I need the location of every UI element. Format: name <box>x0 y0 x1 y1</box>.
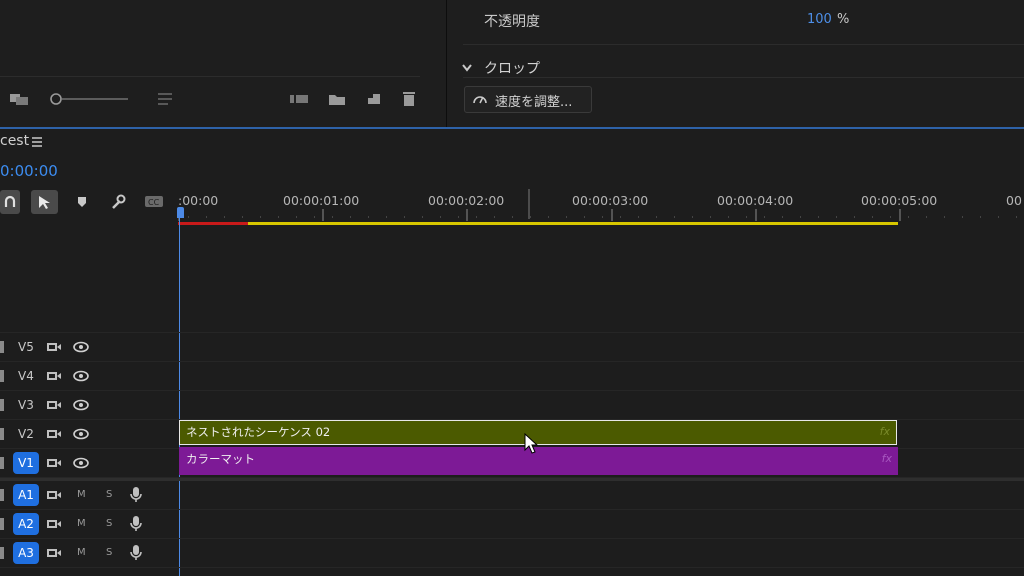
microphone-icon[interactable] <box>130 544 142 562</box>
sequence-tab[interactable]: cest <box>0 133 29 149</box>
fx-badge[interactable]: fx <box>880 425 890 438</box>
ruler-ticks <box>178 189 1024 221</box>
snap-button[interactable] <box>0 190 20 214</box>
mute-button[interactable]: M <box>77 489 86 500</box>
sync-lock-icon[interactable] <box>46 428 62 440</box>
clip-label: ネストされたシーケンス 02 <box>186 425 331 439</box>
track-row-a1[interactable]: A1 M S <box>0 481 1024 510</box>
eye-icon[interactable] <box>72 399 90 411</box>
zoom-slider[interactable] <box>48 91 134 107</box>
track-name: V4 <box>18 369 34 383</box>
playhead-timecode[interactable]: 0:00:00 <box>0 162 58 180</box>
track-name: V2 <box>18 427 34 441</box>
render-bar-yellow <box>248 222 898 225</box>
solo-button[interactable]: S <box>106 489 112 500</box>
tab-menu-icon[interactable] <box>30 136 44 148</box>
row-divider <box>463 44 1024 45</box>
track-row-v3[interactable]: V3 <box>0 391 1024 420</box>
track-row-a3[interactable]: A3 M S <box>0 539 1024 568</box>
new-item-icon[interactable] <box>364 91 384 107</box>
svg-text:CC: CC <box>148 198 160 207</box>
track-target-a1[interactable]: A1 <box>13 484 39 506</box>
sync-lock-icon[interactable] <box>46 370 62 382</box>
sync-lock-icon[interactable] <box>46 457 62 469</box>
track-name: V5 <box>18 340 34 354</box>
freeform-view-icon[interactable] <box>8 91 32 107</box>
opacity-value[interactable]: 100 <box>807 12 832 27</box>
wrench-icon[interactable] <box>109 193 127 211</box>
lock-icon[interactable] <box>0 341 4 353</box>
timeline-panel: cest 0:00:00 CC :00:00 00:00:01:00 00:00… <box>0 129 1024 576</box>
row-divider <box>463 77 1024 78</box>
sync-lock-icon[interactable] <box>46 341 62 353</box>
add-marker-icon[interactable] <box>76 195 88 209</box>
track-row-v4[interactable]: V4 <box>0 362 1024 391</box>
speed-adjust-button[interactable]: 速度を調整... <box>464 86 592 113</box>
captions-icon[interactable]: CC <box>144 195 164 208</box>
linked-selection-icon <box>39 196 50 209</box>
render-bar-red <box>178 222 248 225</box>
track-target-a3[interactable]: A3 <box>13 542 39 564</box>
chevron-down-icon[interactable] <box>461 62 473 74</box>
effect-controls-panel: 不透明度 100 % クロップ 速度を調整... <box>447 0 1024 127</box>
eye-icon[interactable] <box>72 341 90 353</box>
eye-icon[interactable] <box>72 457 90 469</box>
automate-to-sequence-icon[interactable] <box>288 92 310 106</box>
track-row-a2[interactable]: A2 M S <box>0 510 1024 539</box>
sync-lock-icon[interactable] <box>46 518 62 530</box>
lock-icon[interactable] <box>0 399 4 411</box>
mouse-cursor-icon <box>524 433 539 454</box>
linked-selection-button[interactable] <box>31 190 58 214</box>
fx-badge[interactable]: fx <box>882 452 892 465</box>
solo-button[interactable]: S <box>106 547 112 558</box>
lock-icon[interactable] <box>0 457 4 469</box>
track-row-v5[interactable]: V5 <box>0 333 1024 362</box>
sync-lock-icon[interactable] <box>46 547 62 559</box>
panel-divider <box>0 76 420 77</box>
lock-icon[interactable] <box>0 428 4 440</box>
opacity-label: 不透明度 <box>484 14 540 30</box>
audio-tracks: A1 M S A2 M S A3 M S <box>0 481 1024 576</box>
track-target-a2[interactable]: A2 <box>13 513 39 535</box>
sort-icon[interactable] <box>156 92 174 106</box>
sync-lock-icon[interactable] <box>46 399 62 411</box>
clip-label: カラーマット <box>186 452 255 466</box>
opacity-unit: % <box>837 12 850 27</box>
lock-icon[interactable] <box>0 370 4 382</box>
speed-button-label: 速度を調整... <box>495 95 573 110</box>
crop-label[interactable]: クロップ <box>484 58 540 78</box>
lock-icon[interactable] <box>0 547 4 559</box>
track-target-v1[interactable]: V1 <box>13 452 39 474</box>
microphone-icon[interactable] <box>130 515 142 533</box>
mute-button[interactable]: M <box>77 518 86 529</box>
magnet-icon <box>4 195 16 207</box>
lock-icon[interactable] <box>0 489 4 501</box>
lock-icon[interactable] <box>0 518 4 530</box>
trash-icon[interactable] <box>400 90 418 108</box>
time-ruler[interactable]: :00:00 00:00:01:00 00:00:02:00 00:00:03:… <box>178 189 1024 225</box>
project-panel <box>0 0 447 127</box>
sync-lock-icon[interactable] <box>46 489 62 501</box>
track-name: V3 <box>18 398 34 412</box>
mute-button[interactable]: M <box>77 547 86 558</box>
microphone-icon[interactable] <box>130 486 142 504</box>
new-bin-icon[interactable] <box>327 91 347 107</box>
eye-icon[interactable] <box>72 370 90 382</box>
eye-icon[interactable] <box>72 428 90 440</box>
speedometer-icon <box>473 96 487 104</box>
solo-button[interactable]: S <box>106 518 112 529</box>
